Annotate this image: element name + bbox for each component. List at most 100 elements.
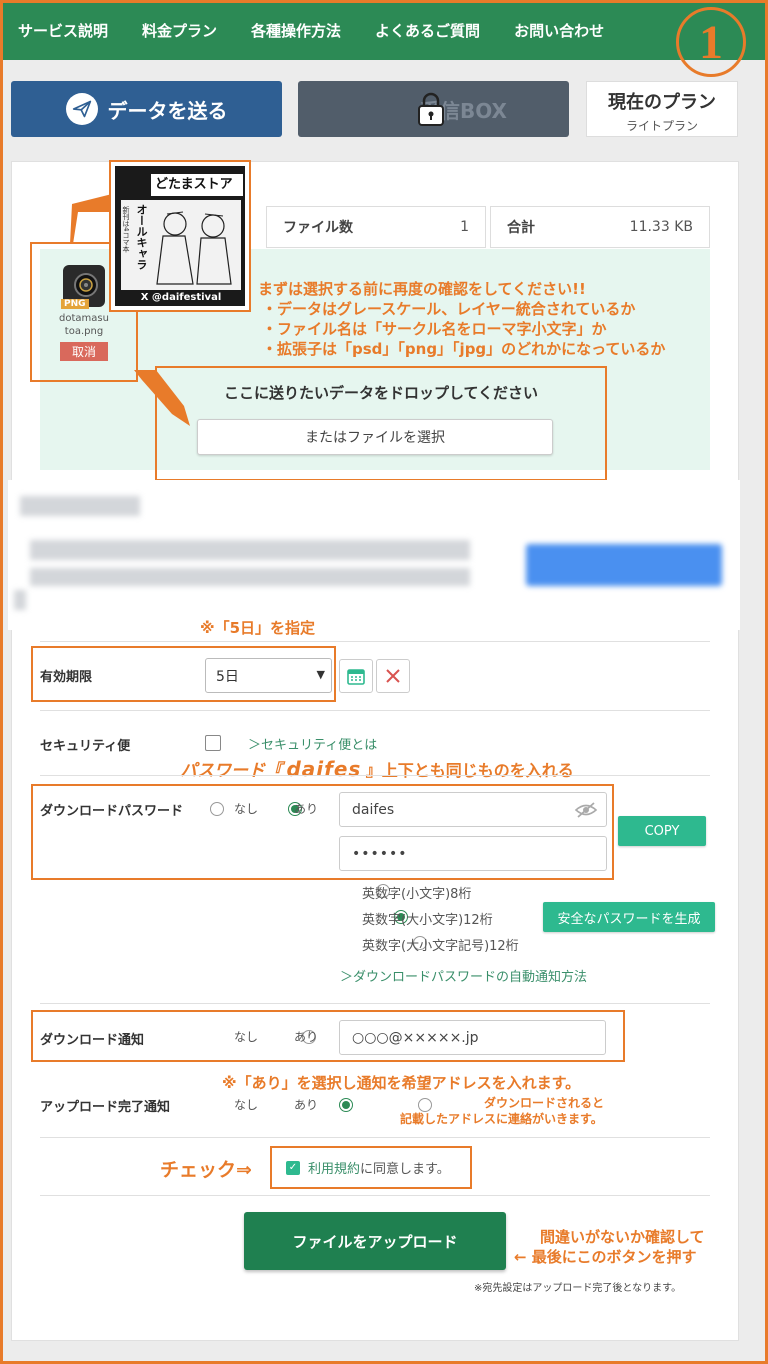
file-thumbnail: どたまストア オールキャラ 新刊は4コマ本 X @daifestival	[109, 160, 251, 312]
download-notify-email-input[interactable]: ○○○@×××××.jp	[339, 1020, 606, 1055]
plan-name: ライトプラン	[625, 119, 698, 133]
check-note: チェック⇒	[160, 1159, 252, 1181]
expiry-label: 有効期限	[40, 670, 93, 685]
step-number: 1	[676, 7, 746, 77]
check-note-3: ・拡張子は「psd」「png」「jpg」のどれかになっているか	[262, 340, 666, 358]
terms-agreement[interactable]: ✓ 利用規約 に同意します。	[270, 1146, 472, 1189]
total-size-cell: 合計 11.33 KB	[490, 206, 710, 248]
thumbnail-sketch	[156, 211, 232, 285]
divider	[40, 641, 710, 642]
current-plan: 現在のプラン ライトプラン	[586, 81, 738, 137]
upload-button[interactable]: ファイルをアップロード	[244, 1212, 506, 1270]
generate-password-button[interactable]: 安全なパスワードを生成	[543, 902, 715, 932]
thumbnail-art: オールキャラ 新刊は4コマ本	[121, 200, 241, 290]
password-note-a: パスワード『	[180, 761, 282, 781]
divider	[40, 710, 710, 711]
security-link[interactable]: ＞セキュリティ便とは	[248, 734, 377, 753]
blurred-text-line-1	[30, 540, 470, 560]
footnote: ※宛先設定はアップロード完了後となります。	[474, 1283, 682, 1294]
password-note-c: 』上下とも同じものを入れる	[365, 761, 574, 780]
lock-icon	[416, 91, 446, 132]
nav-howto[interactable]: 各種操作方法	[251, 20, 341, 41]
upload-notify-yes-label: あり	[294, 1098, 319, 1112]
nav-contact[interactable]: お問い合わせ	[514, 20, 604, 41]
blurred-button	[526, 544, 722, 586]
blurred-mark	[14, 590, 26, 610]
pw-option-2-label: 英数字(大小文字)12桁	[362, 913, 493, 928]
pw-option-1-label: 英数字(小文字)8桁	[362, 887, 472, 902]
dl-notify-none-label: なし	[234, 1030, 259, 1044]
auto-notify-link[interactable]: ＞ダウンロードパスワードの自動通知方法	[340, 966, 587, 985]
divider	[40, 1003, 710, 1004]
chevron-down-icon: ▼	[316, 668, 325, 681]
blurred-text-line-2	[30, 568, 470, 586]
file-name: dotamasu toa.png	[50, 312, 118, 338]
blurred-heading	[20, 496, 140, 516]
file-select-button[interactable]: またはファイルを選択	[197, 419, 553, 455]
top-nav: サービス説明 料金プラン 各種操作方法 よくあるご質問 お問い合わせ	[0, 0, 768, 60]
callout-arrow-icon	[70, 194, 112, 244]
check-note-2: ・ファイル名は「サークル名をローマ字小文字」か	[262, 320, 607, 338]
inbox-button[interactable]: 受信BOX	[298, 81, 569, 137]
file-count-value: 1	[460, 219, 469, 235]
password-note-b: daifes	[286, 757, 362, 781]
upload-note-2: 記載したアドレスに連絡がいきます。	[400, 1112, 603, 1126]
thumbnail-title: オールキャラ	[135, 204, 148, 270]
final-note-2: ← 最後にこのボタンを押す	[514, 1248, 697, 1266]
nav-service[interactable]: サービス説明	[18, 20, 108, 41]
copy-button[interactable]: COPY	[618, 816, 706, 846]
upload-notify-none-label: なし	[234, 1098, 259, 1112]
send-data-button[interactable]: データを送る	[11, 81, 282, 137]
upload-note-1: ダウンロードされると	[484, 1096, 605, 1110]
file-name-line2: toa.png	[64, 326, 104, 337]
check-note-1: ・データはグレースケール、レイヤー統合されているか	[262, 300, 636, 318]
clear-expiry-button[interactable]	[376, 659, 410, 693]
nav-faq[interactable]: よくあるご質問	[375, 20, 480, 41]
divider	[40, 775, 710, 776]
thumbnail-image: どたまストア オールキャラ 新刊は4コマ本 X @daifestival	[115, 166, 245, 306]
terms-text: に同意します。	[360, 1162, 450, 1177]
download-notify-label: ダウンロード通知	[40, 1033, 145, 1048]
security-label: セキュリティ便	[40, 739, 131, 754]
total-size-label: 合計	[507, 220, 535, 236]
password-note: パスワード『 daifes 』上下とも同じものを入れる	[180, 756, 574, 781]
expiry-value: 5日	[216, 668, 239, 685]
file-name-line1: dotamasu	[59, 313, 109, 324]
thumbnail-footer: X @daifestival	[140, 292, 222, 303]
expiry-select[interactable]: 5日 ▼	[205, 658, 332, 693]
total-size-value: 11.33 KB	[629, 219, 693, 235]
password-yes-label: あり	[294, 802, 319, 816]
divider	[40, 1195, 710, 1196]
file-count-label: ファイル数	[283, 220, 353, 236]
dl-notify-yes-label: あり	[294, 1030, 319, 1044]
file-count-cell: ファイル数 1	[266, 206, 486, 248]
final-note-1: 間違いがないか確認して	[540, 1228, 705, 1246]
password-confirm-input[interactable]: ••••••	[339, 836, 607, 871]
check-title-note: まずは選択する前に再度の確認をしてください!!	[258, 280, 586, 298]
close-icon	[386, 669, 400, 683]
plan-title: 現在のプラン	[608, 92, 716, 113]
calendar-icon	[347, 669, 365, 685]
password-value: daifes	[352, 801, 395, 818]
upload-notify-label: アップロード完了通知	[40, 1100, 171, 1115]
password-input[interactable]: daifes	[339, 792, 607, 827]
notify-note: ※「あり」を選択し通知を希望アドレスを入れます。	[222, 1074, 581, 1092]
divider	[40, 1137, 710, 1138]
password-label: ダウンロードパスワード	[40, 804, 184, 819]
nav-pricing[interactable]: 料金プラン	[142, 20, 217, 41]
security-checkbox[interactable]	[205, 735, 221, 751]
thumbnail-banner: どたまストア	[151, 174, 243, 196]
eye-slash-icon[interactable]	[574, 801, 598, 819]
pw-option-3-label: 英数字(大小文字記号)12桁	[362, 939, 519, 954]
file-icon: PNG	[61, 265, 105, 309]
drop-prompt: ここに送りたいデータをドロップしてください	[223, 384, 539, 402]
send-data-label: データを送る	[107, 98, 228, 123]
password-none-label: なし	[234, 802, 259, 816]
terms-link[interactable]: 利用規約	[308, 1158, 360, 1177]
cancel-file-button[interactable]: 取消	[60, 342, 108, 361]
expiry-note: ※「5日」を指定	[200, 619, 316, 637]
calendar-button[interactable]	[339, 659, 373, 693]
password-none-radio[interactable]	[210, 802, 224, 816]
paper-plane-icon	[65, 93, 98, 125]
terms-checkbox[interactable]: ✓	[286, 1160, 300, 1175]
